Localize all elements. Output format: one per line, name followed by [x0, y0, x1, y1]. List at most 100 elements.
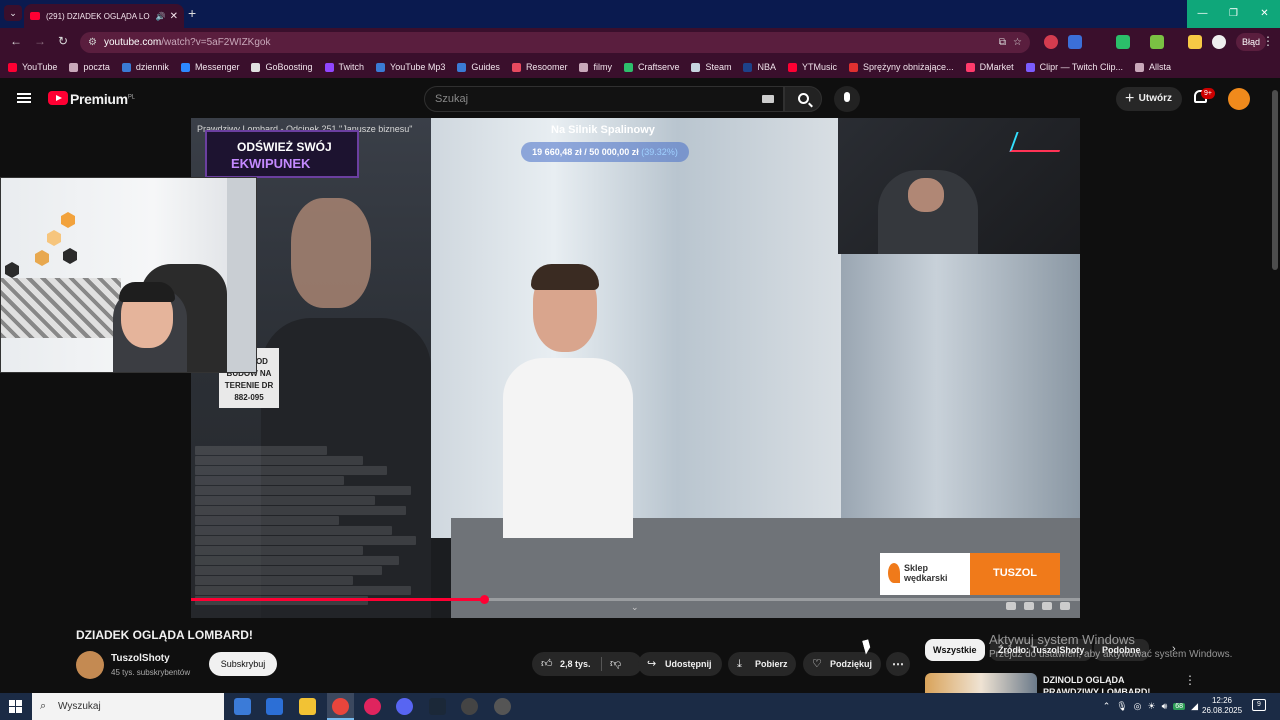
bookmark-item[interactable]: poczta — [69, 62, 110, 72]
bookmark-item[interactable]: Sprężyny obniżające... — [849, 62, 954, 72]
install-app-icon[interactable]: ⧉ — [999, 32, 1006, 53]
pen-app-icon[interactable] — [266, 698, 283, 715]
bookmark-item[interactable]: YouTube — [8, 62, 57, 72]
minimize-button[interactable]: — — [1187, 0, 1218, 28]
taskbar-search-input[interactable]: ⌕ Wyszukaj — [32, 693, 224, 720]
share-button[interactable]: ↪ Udostępnij — [638, 652, 722, 676]
bookmark-item[interactable]: Steam — [691, 62, 731, 72]
goal-target: 50 000,00 zł — [589, 147, 639, 157]
create-button[interactable]: + Utwórz — [1116, 87, 1182, 111]
fullscreen-icon[interactable] — [1060, 602, 1070, 610]
tray-network-icon[interactable]: ◢ — [1191, 701, 1198, 712]
bookmark-favicon-icon — [324, 62, 334, 72]
chrome-icon[interactable] — [332, 698, 349, 715]
voice-search-button[interactable] — [834, 86, 860, 112]
goal-current: 19 660,48 zł — [532, 147, 582, 157]
youtube-premium-brand[interactable]: PremiumPL — [70, 91, 135, 107]
tray-brightness-icon[interactable]: ☀ — [1148, 701, 1156, 712]
bookmark-item[interactable]: Twitch — [324, 62, 365, 72]
extension-1-icon[interactable] — [1044, 35, 1058, 49]
video-progress-bar[interactable] — [191, 595, 1080, 604]
tab-close-icon[interactable]: ✕ — [170, 11, 178, 22]
subscribe-button[interactable]: Subskrybuj — [209, 652, 277, 676]
autoplay-toggle-icon[interactable] — [1006, 602, 1016, 610]
search-input[interactable]: Szukaj — [424, 86, 784, 112]
tray-volume-icon[interactable]: 🔊︎ — [1162, 701, 1168, 712]
chevron-down-icon[interactable]: ⌄ — [631, 602, 639, 613]
extension-3-icon[interactable] — [1116, 35, 1130, 49]
like-count[interactable]: 2,8 tys. — [560, 652, 591, 676]
download-button[interactable]: ⤓ Pobierz — [728, 652, 796, 676]
tray-chevron-icon[interactable]: ⌃ — [1103, 701, 1111, 712]
channel-name[interactable]: TuszolShoty — [111, 653, 170, 664]
site-info-icon[interactable]: ⚙ — [88, 32, 97, 53]
close-window-button[interactable]: ✕ — [1249, 0, 1280, 28]
back-button[interactable]: ← — [10, 34, 22, 48]
taskbar-clock[interactable]: 12:26 26.08.2025 — [1202, 696, 1242, 716]
forward-button[interactable]: → — [34, 34, 46, 48]
media-player-icon[interactable] — [364, 698, 381, 715]
bookmark-item[interactable]: YouTube Mp3 — [376, 62, 445, 72]
tray-mic-icon[interactable]: 🎙︎ — [1116, 701, 1127, 712]
video-title: DZIADEK OGLĄDA LOMBARD! — [76, 628, 253, 642]
tab-search-chevron-icon[interactable]: ⌄ — [4, 5, 22, 21]
file-explorer-icon[interactable] — [299, 698, 316, 715]
restore-button[interactable]: ❐ — [1218, 0, 1249, 28]
channel-avatar[interactable] — [76, 651, 104, 679]
extension-4-icon[interactable] — [1150, 35, 1164, 49]
bookmark-item[interactable]: dziennik — [121, 62, 169, 72]
tray-steam-icon[interactable]: ◎ — [1134, 701, 1142, 712]
discord-icon[interactable] — [396, 698, 413, 715]
dislike-icon[interactable]: 👎︎ — [610, 652, 621, 676]
browser-menu-icon[interactable]: ⋮ — [1262, 34, 1274, 48]
notification-center-icon[interactable]: 9 — [1252, 699, 1266, 711]
bookmark-item[interactable]: Guides — [457, 62, 500, 72]
extension-2-icon[interactable] — [1068, 35, 1082, 49]
bookmark-favicon-icon — [457, 62, 467, 72]
account-avatar[interactable] — [1228, 88, 1250, 110]
address-bar[interactable]: ⚙ youtube.com/watch?v=5aF2WIZKgok ☆ ⧉ — [80, 32, 1030, 53]
app-icon[interactable] — [461, 698, 478, 715]
recommended-title[interactable]: DZINOLD OGLĄDA PRAWDZIWY LOMBARD! — [1043, 674, 1178, 693]
windows-start-icon[interactable] — [9, 700, 22, 713]
video-player[interactable]: DZIA POD BUDOW NA TERENIE DR 882-095 Pra… — [191, 118, 1080, 618]
task-view-icon[interactable] — [234, 698, 251, 715]
recommended-thumbnail[interactable] — [925, 673, 1037, 693]
youtube-logo-icon[interactable] — [48, 91, 68, 105]
battery-level[interactable]: 68 — [1173, 703, 1186, 710]
more-actions-button[interactable]: ⋯ — [886, 652, 910, 676]
bookmark-star-icon[interactable]: ☆ — [1013, 32, 1022, 53]
search-button[interactable] — [784, 86, 822, 112]
extension-5-icon[interactable] — [1188, 35, 1202, 49]
system-tray: ⌃ 🎙︎ ◎ ☀ 🔊︎ 68 ◢ — [1103, 693, 1198, 720]
profile-icon[interactable] — [1212, 35, 1226, 49]
steam-icon[interactable] — [429, 698, 446, 715]
bookmark-item[interactable]: GoBoosting — [251, 62, 313, 72]
bookmark-item[interactable]: NBA — [743, 62, 776, 72]
like-icon[interactable]: 👍︎ — [541, 652, 553, 676]
subtitles-icon[interactable] — [1024, 602, 1034, 610]
obs-icon[interactable] — [494, 698, 511, 715]
thanks-button[interactable]: ♡ Podziękuj — [803, 652, 881, 676]
scrollbar-thumb[interactable] — [1272, 90, 1278, 270]
bookmark-item[interactable]: Craftserve — [623, 62, 679, 72]
bookmark-item[interactable]: DMarket — [965, 62, 1014, 72]
tab-youtube-video[interactable]: (291) DZIADEK OGLĄDA LO 🔊 ✕ — [24, 4, 184, 28]
recommended-more-icon[interactable]: ⋮ — [1184, 673, 1196, 687]
bookmark-item[interactable]: Resoomer — [511, 62, 567, 72]
bookmark-item[interactable]: filmy — [579, 62, 612, 72]
bookmark-label: Twitch — [338, 62, 365, 72]
new-tab-button[interactable]: + — [188, 5, 196, 21]
page-scrollbar[interactable] — [1270, 90, 1280, 693]
reload-button[interactable]: ↻ — [58, 34, 68, 48]
bookmark-item[interactable]: Allsta — [1134, 62, 1171, 72]
menu-hamburger-icon[interactable] — [17, 93, 31, 103]
audio-playing-icon[interactable]: 🔊 — [156, 12, 166, 21]
bookmark-label: NBA — [757, 62, 776, 72]
chip-all[interactable]: Wszystkie — [925, 639, 985, 661]
bookmark-item[interactable]: Clipr — Twitch Clip... — [1025, 62, 1123, 72]
settings-gear-icon[interactable] — [1042, 602, 1052, 610]
bookmark-item[interactable]: Messenger — [180, 62, 239, 72]
keyboard-icon[interactable] — [762, 95, 774, 103]
bookmark-item[interactable]: YTMusic — [788, 62, 837, 72]
